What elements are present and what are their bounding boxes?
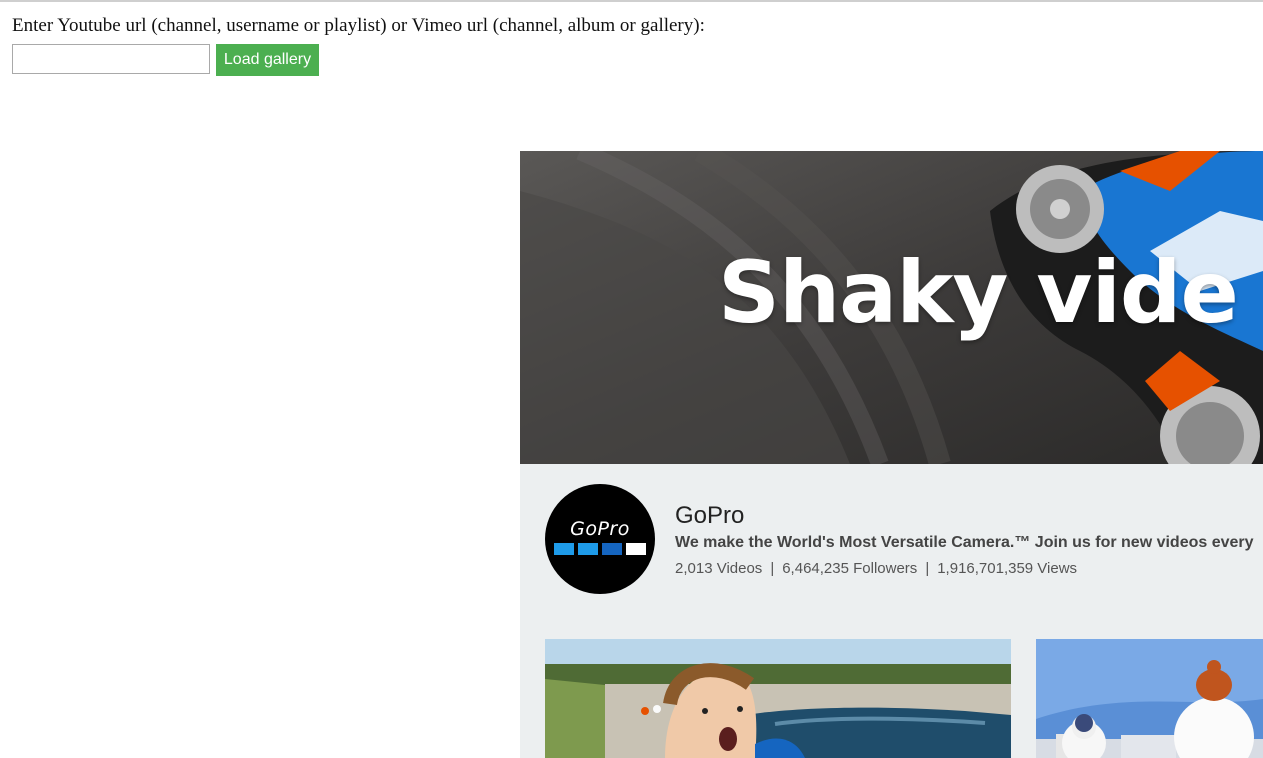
logo-squares (554, 543, 646, 555)
stat-separator: | (770, 560, 775, 577)
video-thumbnail[interactable] (545, 639, 1011, 758)
channel-description: We make the World's Most Versatile Camer… (675, 534, 1254, 551)
video-thumbnail[interactable] (1036, 639, 1263, 758)
channel-info: GoPro GoPro We make the World's Most Ver… (520, 464, 1263, 624)
channel-name[interactable]: GoPro (675, 502, 744, 530)
load-gallery-button[interactable]: Load gallery (216, 44, 319, 76)
url-prompt-label: Enter Youtube url (channel, username or … (12, 15, 705, 36)
url-input[interactable] (12, 44, 210, 74)
stat-separator: | (925, 560, 930, 577)
view-count: 1,916,701,359 Views (937, 560, 1078, 577)
channel-stats: 2,013 Videos | 6,464,235 Followers | 1,916,7… (675, 560, 1077, 577)
video-gallery: Shaky vide GoPro GoPro We make the World… (520, 151, 1263, 758)
top-divider (0, 0, 1263, 2)
banner-text: Shaky vide (718, 243, 1239, 343)
channel-banner: Shaky vide (520, 151, 1263, 464)
gopro-logo: GoPro (570, 518, 630, 540)
channel-avatar[interactable]: GoPro (545, 484, 655, 594)
video-count: 2,013 Videos (675, 560, 763, 577)
follower-count: 6,464,235 Followers (782, 560, 918, 577)
